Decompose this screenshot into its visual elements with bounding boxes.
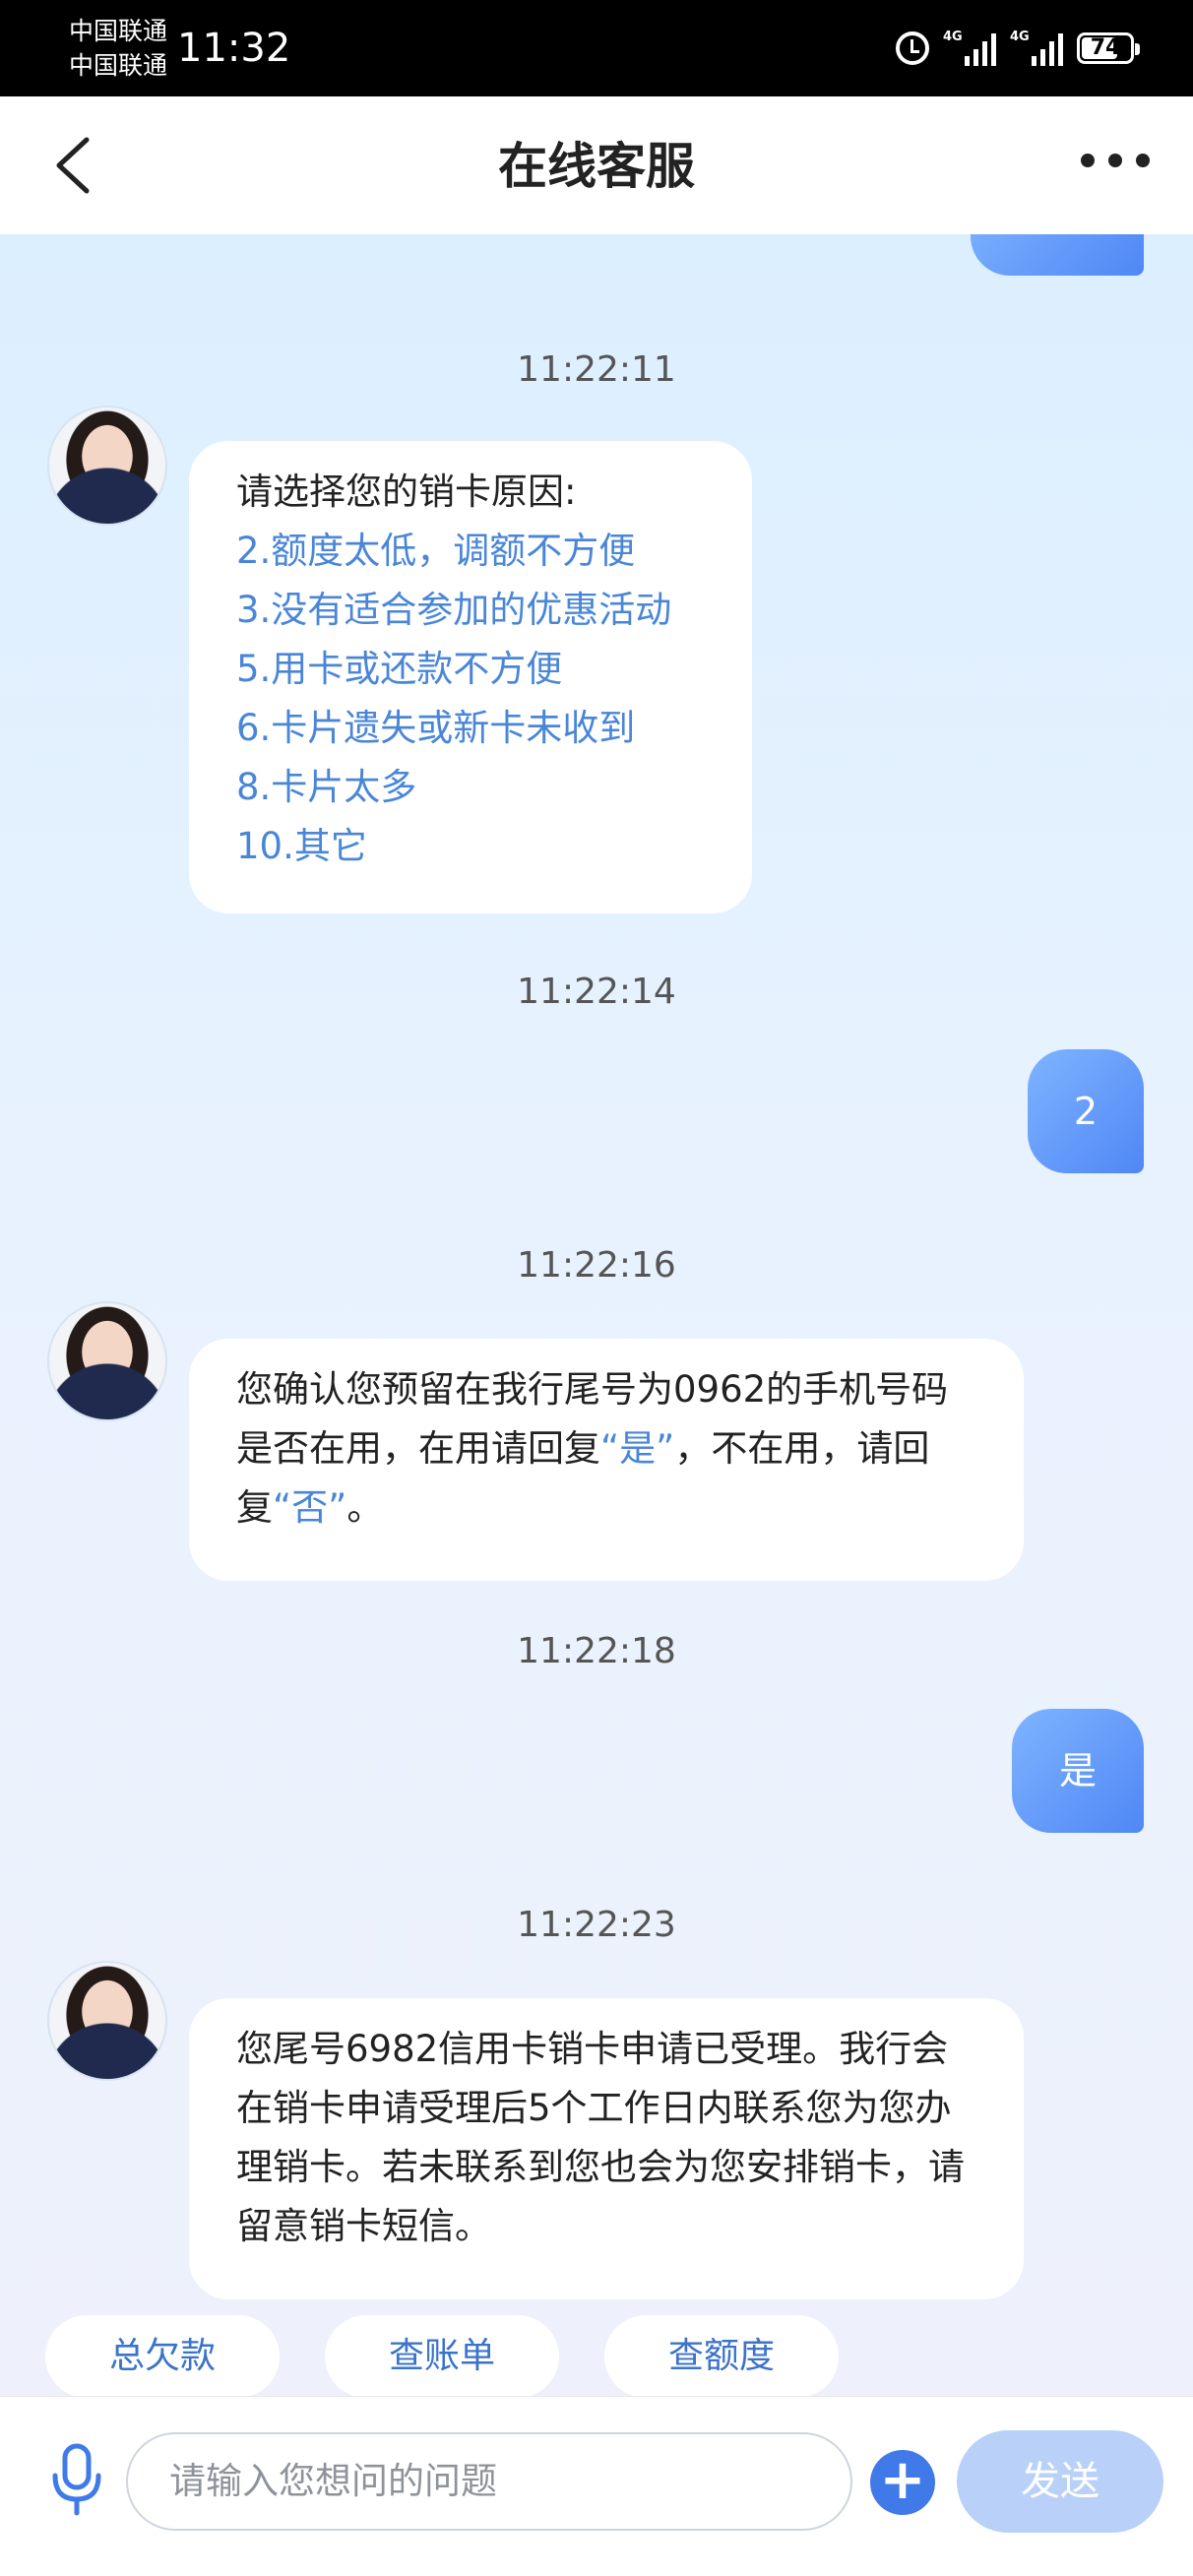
agent-message: 请选择您的销卡原因: 2.额度太低，调额不方便 3.没有适合参加的优惠活动 5.…	[189, 441, 752, 913]
input-bar: 请输入您想问的问题 + 发送	[0, 2396, 1193, 2576]
message-timestamp: 11:22:18	[517, 1631, 676, 1671]
agent-message: 您确认您预留在我行尾号为0962的手机号码是否在用，在用请回复“是”，不在用，请…	[189, 1339, 1024, 1581]
battery-icon: 74	[1077, 32, 1140, 64]
app-header: 在线客服	[0, 96, 1193, 234]
user-message: 是	[1012, 1709, 1144, 1833]
agent-avatar	[47, 1961, 167, 2081]
network-type-1: 4G	[943, 30, 963, 44]
reason-option-8[interactable]: 8.卡片太多	[236, 758, 705, 817]
reason-option-2[interactable]: 2.额度太低，调额不方便	[236, 522, 705, 581]
more-options-icon[interactable]	[1081, 154, 1150, 167]
reason-option-5[interactable]: 5.用卡或还款不方便	[236, 640, 705, 699]
status-icons: 4G 4G 74	[896, 26, 1140, 71]
carrier-2: 中国联通	[69, 51, 168, 80]
microphone-icon[interactable]	[49, 2442, 104, 2517]
carrier-1: 中国联通	[69, 17, 168, 45]
message-timestamp: 11:22:23	[517, 1905, 676, 1945]
status-time: 11:32	[177, 26, 291, 71]
signal-icon-2: 4G	[1010, 31, 1063, 66]
message-timestamp: 11:22:14	[517, 972, 676, 1012]
message-text: 。	[346, 1486, 384, 1529]
reply-yes-link[interactable]: “是”	[600, 1427, 674, 1470]
agent-avatar	[47, 1301, 167, 1421]
signal-icon: 4G	[943, 31, 996, 66]
question-input[interactable]: 请输入您想问的问题	[126, 2432, 852, 2531]
carrier-labels: 中国联通 中国联通	[69, 14, 167, 83]
battery-percent: 74	[1090, 35, 1121, 60]
status-bar: 中国联通 中国联通 11:32 4G 4G 74	[0, 0, 1193, 96]
plus-circle-icon[interactable]: +	[870, 2450, 935, 2515]
alarm-icon	[896, 31, 929, 65]
send-button[interactable]: 发送	[957, 2430, 1163, 2533]
agent-avatar	[47, 406, 167, 526]
user-message-partial	[971, 234, 1144, 276]
reason-option-10[interactable]: 10.其它	[236, 817, 705, 876]
quick-reply-total-debt[interactable]: 总欠款	[45, 2315, 280, 2398]
message-prompt: 请选择您的销卡原因:	[236, 471, 577, 513]
reason-option-3[interactable]: 3.没有适合参加的优惠活动	[236, 581, 705, 640]
quick-reply-credit-limit[interactable]: 查额度	[604, 2315, 839, 2398]
chat-history[interactable]: 11:22:11 请选择您的销卡原因: 2.额度太低，调额不方便 3.没有适合参…	[0, 234, 1193, 2396]
message-timestamp: 11:22:16	[517, 1245, 676, 1286]
reason-option-6[interactable]: 6.卡片遗失或新卡未收到	[236, 699, 705, 758]
reply-no-link[interactable]: “否”	[273, 1486, 346, 1529]
user-message: 2	[1028, 1049, 1144, 1173]
agent-message: 您尾号6982信用卡销卡申请已受理。我行会在销卡申请受理后5个工作日内联系您为您…	[189, 1998, 1024, 2299]
quick-reply-statement[interactable]: 查账单	[325, 2315, 559, 2398]
message-timestamp: 11:22:11	[517, 349, 676, 390]
page-title: 在线客服	[498, 138, 695, 195]
network-type-2: 4G	[1010, 30, 1030, 44]
